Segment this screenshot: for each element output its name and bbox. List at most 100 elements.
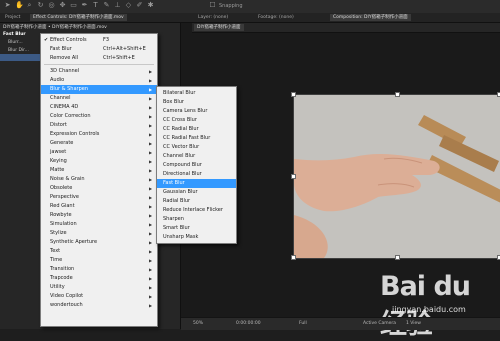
menu-item-keying[interactable]: Keying ▶ xyxy=(41,157,157,166)
rotate-tool-icon[interactable]: ↻ xyxy=(37,2,44,9)
zoom-tool-icon[interactable]: ⌕ xyxy=(26,2,33,9)
submenu-item-camera-lens-blur[interactable]: Camera Lens Blur xyxy=(157,107,236,116)
pan-behind-tool-icon[interactable]: ✥ xyxy=(59,2,66,9)
transform-handle-t[interactable] xyxy=(395,92,400,97)
tab-composition[interactable]: Composition: DIY搭箱子制作小道面 xyxy=(330,14,411,21)
snapping-checkbox-icon[interactable]: ☐ xyxy=(209,2,216,9)
transform-handle-l[interactable] xyxy=(291,174,296,179)
menu-item-shortcut: Ctrl+Shift+E xyxy=(103,55,135,61)
menu-item-noise-grain[interactable]: Noise & Grain ▶ xyxy=(41,175,157,184)
submenu-item-gaussian-blur[interactable]: Gaussian Blur xyxy=(157,188,236,197)
menu-item-remove-all[interactable]: Remove All Ctrl+Shift+E xyxy=(41,54,157,63)
camera-tool-icon[interactable]: ◎ xyxy=(48,2,55,9)
menu-item-rowbyte[interactable]: Rowbyte ▶ xyxy=(41,211,157,220)
menu-item-jawset[interactable]: jawset ▶ xyxy=(41,148,157,157)
transform-handle-tl[interactable] xyxy=(291,92,296,97)
menu-item-transition[interactable]: Transition ▶ xyxy=(41,265,157,274)
selection-tool-icon[interactable]: ➤ xyxy=(4,2,11,9)
menu-item-blur-sharpen[interactable]: Blur & Sharpen ▶ xyxy=(41,85,157,94)
tab-effect-controls[interactable]: Effect Controls: DIY搭箱子制作小道面.mov xyxy=(30,14,127,21)
menu-item-label: jawset xyxy=(50,149,67,155)
menu-item-expression-controls[interactable]: Expression Controls ▶ xyxy=(41,130,157,139)
tab-project[interactable]: Project xyxy=(2,14,23,21)
checkmark-icon: ✔ xyxy=(44,37,49,43)
submenu-item-label: Radial Blur xyxy=(163,198,191,204)
mask-tool-icon[interactable]: ▭ xyxy=(70,2,77,9)
resolution-dropdown[interactable]: Full xyxy=(299,321,307,326)
submenu-item-smart-blur[interactable]: Smart Blur xyxy=(157,224,236,233)
submenu-item-channel-blur[interactable]: Channel Blur xyxy=(157,152,236,161)
submenu-item-bilateral-blur[interactable]: Bilateral Blur xyxy=(157,89,236,98)
effect-row-3[interactable]: Blur Dir... xyxy=(8,47,29,54)
hand-tool-icon[interactable]: ✋ xyxy=(15,2,24,9)
menu-item-wondertouch[interactable]: wondertouch ▶ xyxy=(41,301,157,310)
menu-item-distort[interactable]: Distort ▶ xyxy=(41,121,157,130)
menu-item-matte[interactable]: Matte ▶ xyxy=(41,166,157,175)
menu-item-channel[interactable]: Channel ▶ xyxy=(41,94,157,103)
menu-item-red-giant[interactable]: Red Giant ▶ xyxy=(41,202,157,211)
eraser-tool-icon[interactable]: ◇ xyxy=(125,2,132,9)
timecode-field[interactable]: 0:00:00:00 xyxy=(236,321,261,326)
submenu-item-reduce-interlace-flicker[interactable]: Reduce Interlace Flicker xyxy=(157,206,236,215)
menu-item-label: Remove All xyxy=(50,55,79,61)
submenu-item-box-blur[interactable]: Box Blur xyxy=(157,98,236,107)
submenu-arrow-icon: ▶ xyxy=(149,195,153,200)
submenu-item-directional-blur[interactable]: Directional Blur xyxy=(157,170,236,179)
submenu-arrow-icon: ▶ xyxy=(149,150,153,155)
submenu-arrow-icon: ▶ xyxy=(149,87,153,92)
tab-footage[interactable]: Footage: (none) xyxy=(255,14,297,21)
text-tool-icon[interactable]: T xyxy=(92,2,99,9)
camera-dropdown[interactable]: Active Camera xyxy=(363,321,396,326)
menu-item-label: Transition xyxy=(50,266,75,272)
submenu-item-sharpen[interactable]: Sharpen xyxy=(157,215,236,224)
menu-item-fast-blur[interactable]: Fast Blur Ctrl+Alt+Shift+E xyxy=(41,45,157,54)
zoom-dropdown[interactable]: 50% xyxy=(193,321,203,326)
footage-frame[interactable] xyxy=(293,94,500,259)
submenu-item-cc-cross-blur[interactable]: CC Cross Blur xyxy=(157,116,236,125)
brush-tool-icon[interactable]: ✎ xyxy=(103,2,110,9)
submenu-item-label: Bilateral Blur xyxy=(163,90,196,96)
submenu-arrow-icon: ▶ xyxy=(149,258,153,263)
menu-item-audio[interactable]: Audio ▶ xyxy=(41,76,157,85)
roto-brush-tool-icon[interactable]: ✐ xyxy=(136,2,143,9)
effect-row-fast-blur[interactable]: Fast Blur xyxy=(3,31,26,38)
transform-handle-b[interactable] xyxy=(395,255,400,260)
puppet-tool-icon[interactable]: ✱ xyxy=(147,2,154,9)
menu-item-color-correction[interactable]: Color Correction ▶ xyxy=(41,112,157,121)
views-dropdown[interactable]: 1 View xyxy=(406,321,421,326)
menu-item-label: Synthetic Aperture xyxy=(50,239,98,245)
menu-item-utility[interactable]: Utility ▶ xyxy=(41,283,157,292)
menu-item-trapcode[interactable]: Trapcode ▶ xyxy=(41,274,157,283)
submenu-item-label: Compound Blur xyxy=(163,162,202,168)
submenu-item-label: CC Vector Blur xyxy=(163,144,200,150)
submenu-item-cc-vector-blur[interactable]: CC Vector Blur xyxy=(157,143,236,152)
submenu-item-unsharp-mask[interactable]: Unsharp Mask xyxy=(157,233,236,242)
menu-item-text[interactable]: Text ▶ xyxy=(41,247,157,256)
menu-item-obsolete[interactable]: Obsolete ▶ xyxy=(41,184,157,193)
submenu-item-cc-radial-fast-blur[interactable]: CC Radial Fast Blur xyxy=(157,134,236,143)
menu-item-perspective[interactable]: Perspective ▶ xyxy=(41,193,157,202)
stamp-tool-icon[interactable]: ⊥ xyxy=(114,2,121,9)
menu-item-3d-channel[interactable]: 3D Channel ▶ xyxy=(41,67,157,76)
transform-handle-bl[interactable] xyxy=(291,255,296,260)
submenu-item-cc-radial-blur[interactable]: CC Radial Blur xyxy=(157,125,236,134)
comp-subtab[interactable]: DIY搭箱子制作小道面 xyxy=(194,24,244,31)
submenu-item-label: Directional Blur xyxy=(163,171,202,177)
submenu-arrow-icon: ▶ xyxy=(149,168,153,173)
submenu-item-fast-blur[interactable]: Fast Blur xyxy=(157,179,236,188)
menu-item-time[interactable]: Time ▶ xyxy=(41,256,157,265)
effect-row-2[interactable]: Blurr... xyxy=(8,39,23,46)
menu-item-cinema-4d[interactable]: CINEMA 4D ▶ xyxy=(41,103,157,112)
submenu-item-radial-blur[interactable]: Radial Blur xyxy=(157,197,236,206)
menu-item-effect-controls[interactable]: ✔ Effect Controls F3 xyxy=(41,36,157,45)
tab-layer[interactable]: Layer: (none) xyxy=(195,14,231,21)
menu-item-stylize[interactable]: Stylize ▶ xyxy=(41,229,157,238)
menu-item-simulation[interactable]: Simulation ▶ xyxy=(41,220,157,229)
submenu-item-label: Box Blur xyxy=(163,99,184,105)
menu-item-label: Stylize xyxy=(50,230,67,236)
pen-tool-icon[interactable]: ✒ xyxy=(81,2,88,9)
menu-item-video-copilot[interactable]: Video Copilot ▶ xyxy=(41,292,157,301)
submenu-item-compound-blur[interactable]: Compound Blur xyxy=(157,161,236,170)
menu-item-generate[interactable]: Generate ▶ xyxy=(41,139,157,148)
menu-item-synthetic-aperture[interactable]: Synthetic Aperture ▶ xyxy=(41,238,157,247)
